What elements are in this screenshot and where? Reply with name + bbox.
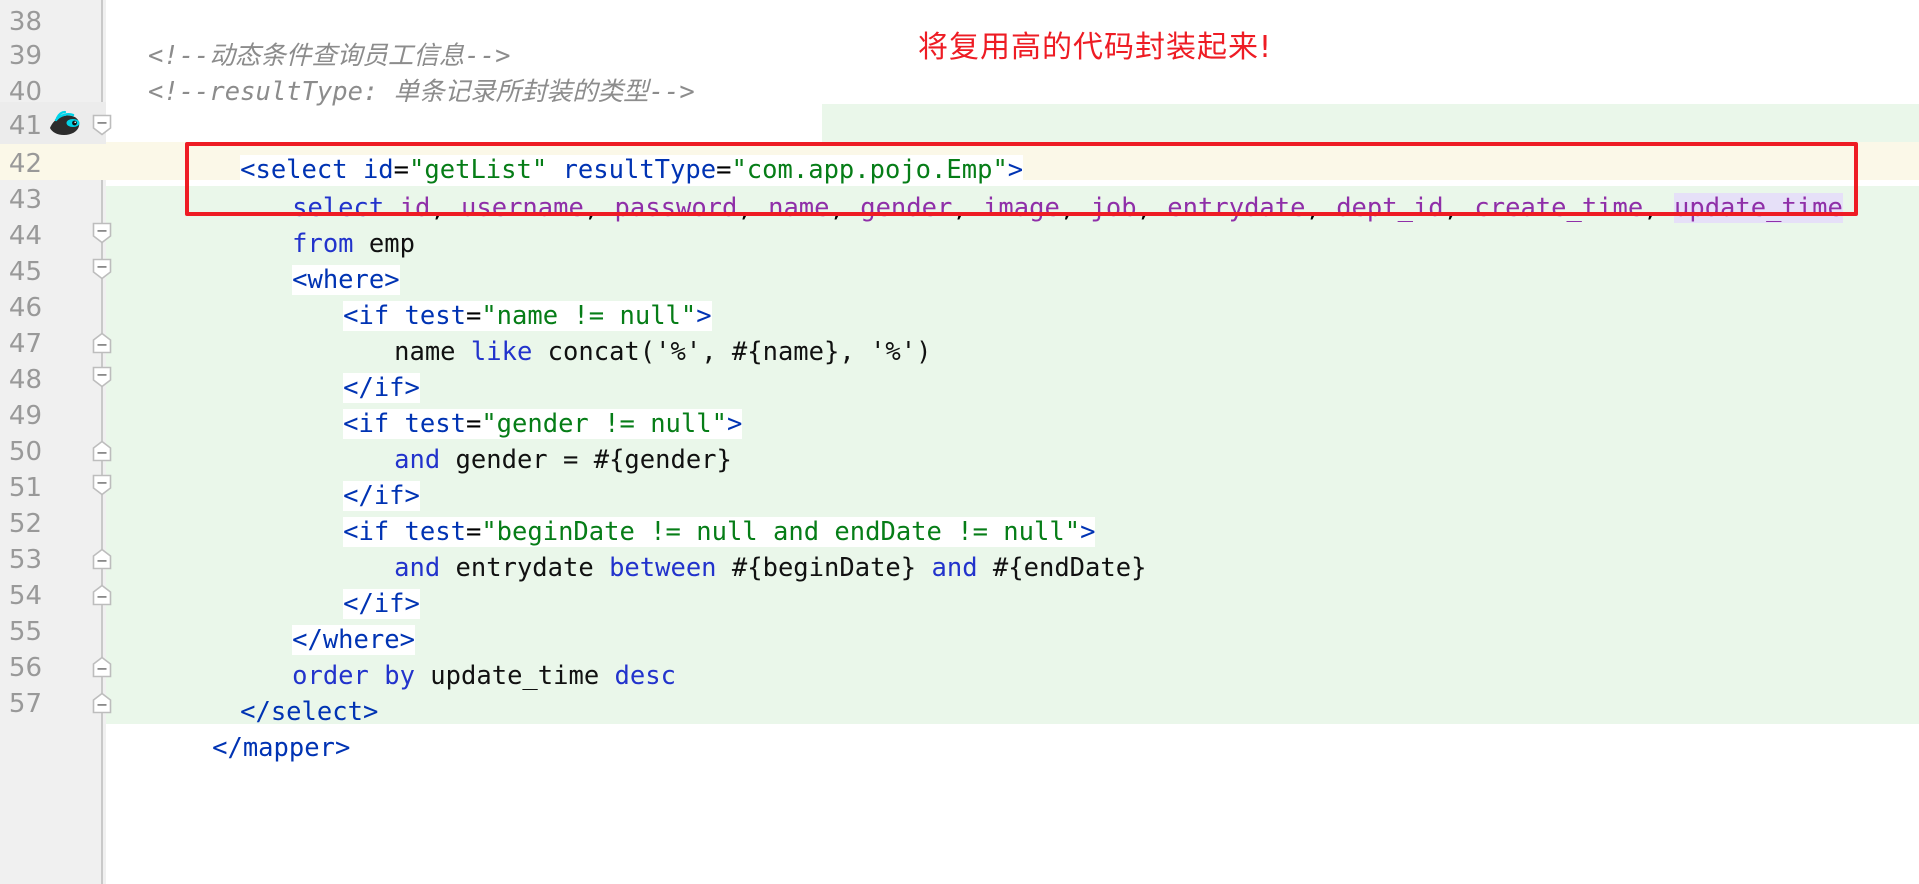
line-number: 57 <box>8 689 42 719</box>
fold-marker-end-53[interactable] <box>92 548 112 570</box>
mybatis-bird-icon[interactable] <box>48 110 82 140</box>
token-tag-mapper-close: </mapper> <box>212 733 351 763</box>
fold-marker-collapse-41[interactable] <box>92 114 112 136</box>
fold-marker-end-57[interactable] <box>92 692 112 714</box>
code-editor[interactable]: 38 39 <!--动态条件查询员工信息--> 40 <!--resultTyp… <box>0 0 1919 884</box>
fold-marker-collapse-48[interactable] <box>92 366 112 388</box>
fold-marker-collapse-45[interactable] <box>92 258 112 280</box>
line-content[interactable]: </mapper> <box>120 682 350 763</box>
annotation-text: 将复用高的代码封装起来! <box>918 30 1273 65</box>
fold-marker-end-56[interactable] <box>92 656 112 678</box>
fold-marker-end-47[interactable] <box>92 332 112 354</box>
fold-marker-collapse-44[interactable] <box>92 222 112 244</box>
code-line-57[interactable]: 57 </mapper> <box>0 682 1919 763</box>
fold-marker-end-50[interactable] <box>92 440 112 462</box>
fold-marker-collapse-51[interactable] <box>92 474 112 496</box>
fold-marker-end-54[interactable] <box>92 584 112 606</box>
